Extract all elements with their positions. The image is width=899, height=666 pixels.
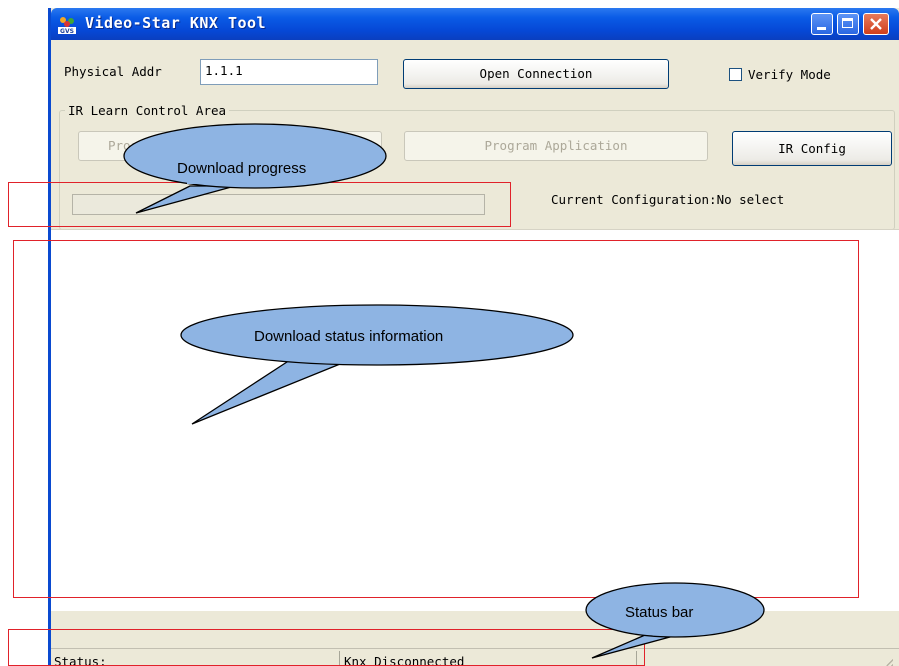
download-status-callout [180,304,574,425]
download-progress-text: Download progress [177,160,307,177]
status-bar-text: Status bar [625,604,694,621]
annotation-bubbles [123,123,765,659]
download-status-text: Download status information [254,328,444,345]
